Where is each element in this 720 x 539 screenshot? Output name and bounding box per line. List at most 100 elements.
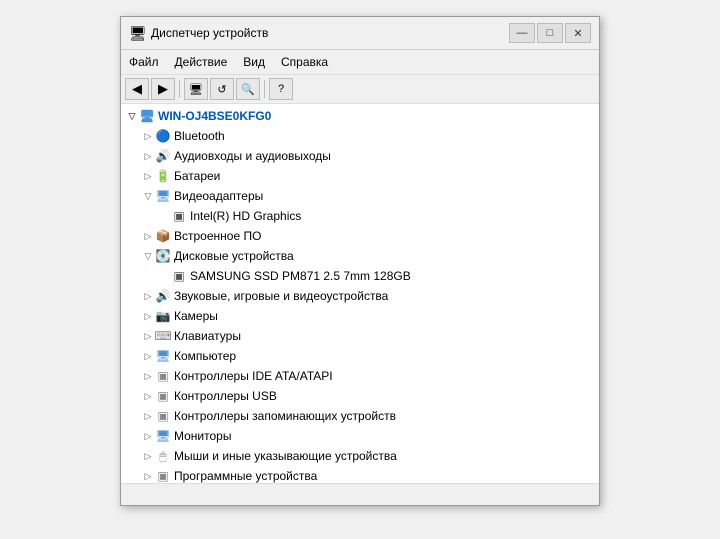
tree-item-monitor[interactable]: ▷🖥Мониторы (121, 426, 599, 446)
expand-icon-audio[interactable]: ▷ (141, 149, 155, 163)
window-icon: 🖥 (129, 25, 145, 41)
item-label-embedded: Встроенное ПО (174, 229, 261, 243)
root-expand-icon[interactable]: ▽ (125, 109, 139, 123)
item-icon-disk: 💽 (155, 248, 171, 264)
tree-item-computer[interactable]: ▷🖥Компьютер (121, 346, 599, 366)
expand-icon-battery[interactable]: ▷ (141, 169, 155, 183)
expand-icon-keyboard[interactable]: ▷ (141, 329, 155, 343)
toolbar-update[interactable]: ↺ (210, 78, 234, 100)
menu-file[interactable]: Файл (121, 52, 167, 72)
tree-item-software[interactable]: ▷▣Программные устройства (121, 466, 599, 483)
item-icon-usb: ▣ (155, 388, 171, 404)
tree-item-gpu-child[interactable]: ▣Intel(R) HD Graphics (121, 206, 599, 226)
title-bar-left: 🖥 Диспетчер устройств (129, 25, 268, 41)
item-icon-camera: 📷 (155, 308, 171, 324)
toolbar: ◀ ▶ 🖥 ↺ 🔍 ? (121, 75, 599, 104)
tree-item-bluetooth[interactable]: ▷🔵Bluetooth (121, 126, 599, 146)
item-label-display: Видеоадаптеры (174, 189, 263, 203)
expand-icon-ide[interactable]: ▷ (141, 369, 155, 383)
menu-view[interactable]: Вид (235, 52, 273, 72)
tree-item-battery[interactable]: ▷🔋Батареи (121, 166, 599, 186)
toolbar-properties[interactable]: 🖥 (184, 78, 208, 100)
tree-item-ssd[interactable]: ▣SAMSUNG SSD PM871 2.5 7mm 128GB (121, 266, 599, 286)
tree-item-mouse[interactable]: ▷🖱Мыши и иные указывающие устройства (121, 446, 599, 466)
item-label-keyboard: Клавиатуры (174, 329, 241, 343)
expand-icon-bluetooth[interactable]: ▷ (141, 129, 155, 143)
tree-item-embedded[interactable]: ▷📦Встроенное ПО (121, 226, 599, 246)
item-icon-storage: ▣ (155, 408, 171, 424)
item-label-software: Программные устройства (174, 469, 317, 483)
tree-item-camera[interactable]: ▷📷Камеры (121, 306, 599, 326)
tree-item-display[interactable]: ▽🖥Видеоадаптеры (121, 186, 599, 206)
title-bar-controls: — □ ✕ (509, 23, 591, 43)
title-bar: 🖥 Диспетчер устройств — □ ✕ (121, 17, 599, 50)
expand-icon-display[interactable]: ▽ (141, 189, 155, 203)
item-icon-sound: 🔊 (155, 288, 171, 304)
expand-icon-disk[interactable]: ▽ (141, 249, 155, 263)
device-tree[interactable]: ▽ 🖥 WIN-OJ4BSE0KFG0 ▷🔵Bluetooth▷🔊Аудиовх… (121, 104, 599, 483)
minimize-button[interactable]: — (509, 23, 535, 43)
item-icon-battery: 🔋 (155, 168, 171, 184)
expand-icon-software[interactable]: ▷ (141, 469, 155, 483)
expand-icon-embedded[interactable]: ▷ (141, 229, 155, 243)
toolbar-forward[interactable]: ▶ (151, 78, 175, 100)
tree-item-sound[interactable]: ▷🔊Звуковые, игровые и видеоустройства (121, 286, 599, 306)
item-label-audio: Аудиовходы и аудиовыходы (174, 149, 331, 163)
window-title: Диспетчер устройств (151, 26, 268, 40)
toolbar-back[interactable]: ◀ (125, 78, 149, 100)
item-label-bluetooth: Bluetooth (174, 129, 225, 143)
tree-item-disk[interactable]: ▽💽Дисковые устройства (121, 246, 599, 266)
expand-icon-camera[interactable]: ▷ (141, 309, 155, 323)
item-label-battery: Батареи (174, 169, 220, 183)
expand-icon-gpu-child (157, 209, 171, 223)
expand-icon-usb[interactable]: ▷ (141, 389, 155, 403)
item-label-ssd: SAMSUNG SSD PM871 2.5 7mm 128GB (190, 269, 411, 283)
tree-item-audio[interactable]: ▷🔊Аудиовходы и аудиовыходы (121, 146, 599, 166)
tree-root[interactable]: ▽ 🖥 WIN-OJ4BSE0KFG0 (121, 106, 599, 126)
tree-item-usb[interactable]: ▷▣Контроллеры USB (121, 386, 599, 406)
expand-icon-ssd (157, 269, 171, 283)
item-icon-gpu-child: ▣ (171, 208, 187, 224)
item-label-ide: Контроллеры IDE ATA/ATAPI (174, 369, 333, 383)
toolbar-help[interactable]: ? (269, 78, 293, 100)
tree-item-keyboard[interactable]: ▷⌨Клавиатуры (121, 326, 599, 346)
tree-items: ▷🔵Bluetooth▷🔊Аудиовходы и аудиовыходы▷🔋Б… (121, 126, 599, 483)
root-label: WIN-OJ4BSE0KFG0 (158, 109, 271, 123)
item-icon-bluetooth: 🔵 (155, 128, 171, 144)
toolbar-separator-2 (264, 80, 265, 98)
expand-icon-computer[interactable]: ▷ (141, 349, 155, 363)
toolbar-scan[interactable]: 🔍 (236, 78, 260, 100)
item-label-camera: Камеры (174, 309, 218, 323)
item-label-computer: Компьютер (174, 349, 236, 363)
status-bar (121, 483, 599, 505)
close-button[interactable]: ✕ (565, 23, 591, 43)
item-icon-mouse: 🖱 (155, 448, 171, 464)
item-icon-software: ▣ (155, 468, 171, 483)
item-icon-ide: ▣ (155, 368, 171, 384)
item-icon-display: 🖥 (155, 188, 171, 204)
toolbar-separator-1 (179, 80, 180, 98)
expand-icon-mouse[interactable]: ▷ (141, 449, 155, 463)
item-label-gpu-child: Intel(R) HD Graphics (190, 209, 301, 223)
item-icon-ssd: ▣ (171, 268, 187, 284)
menu-bar: Файл Действие Вид Справка (121, 50, 599, 75)
item-label-disk: Дисковые устройства (174, 249, 294, 263)
item-icon-audio: 🔊 (155, 148, 171, 164)
menu-help[interactable]: Справка (273, 52, 336, 72)
item-icon-embedded: 📦 (155, 228, 171, 244)
item-label-mouse: Мыши и иные указывающие устройства (174, 449, 397, 463)
item-icon-keyboard: ⌨ (155, 328, 171, 344)
expand-icon-storage[interactable]: ▷ (141, 409, 155, 423)
root-icon: 🖥 (139, 108, 155, 124)
item-icon-computer: 🖥 (155, 348, 171, 364)
expand-icon-monitor[interactable]: ▷ (141, 429, 155, 443)
tree-item-ide[interactable]: ▷▣Контроллеры IDE ATA/ATAPI (121, 366, 599, 386)
menu-action[interactable]: Действие (167, 52, 236, 72)
expand-icon-sound[interactable]: ▷ (141, 289, 155, 303)
device-manager-window: 🖥 Диспетчер устройств — □ ✕ Файл Действи… (120, 16, 600, 506)
item-label-storage: Контроллеры запоминающих устройств (174, 409, 396, 423)
item-label-sound: Звуковые, игровые и видеоустройства (174, 289, 388, 303)
maximize-button[interactable]: □ (537, 23, 563, 43)
tree-item-storage[interactable]: ▷▣Контроллеры запоминающих устройств (121, 406, 599, 426)
item-label-monitor: Мониторы (174, 429, 231, 443)
